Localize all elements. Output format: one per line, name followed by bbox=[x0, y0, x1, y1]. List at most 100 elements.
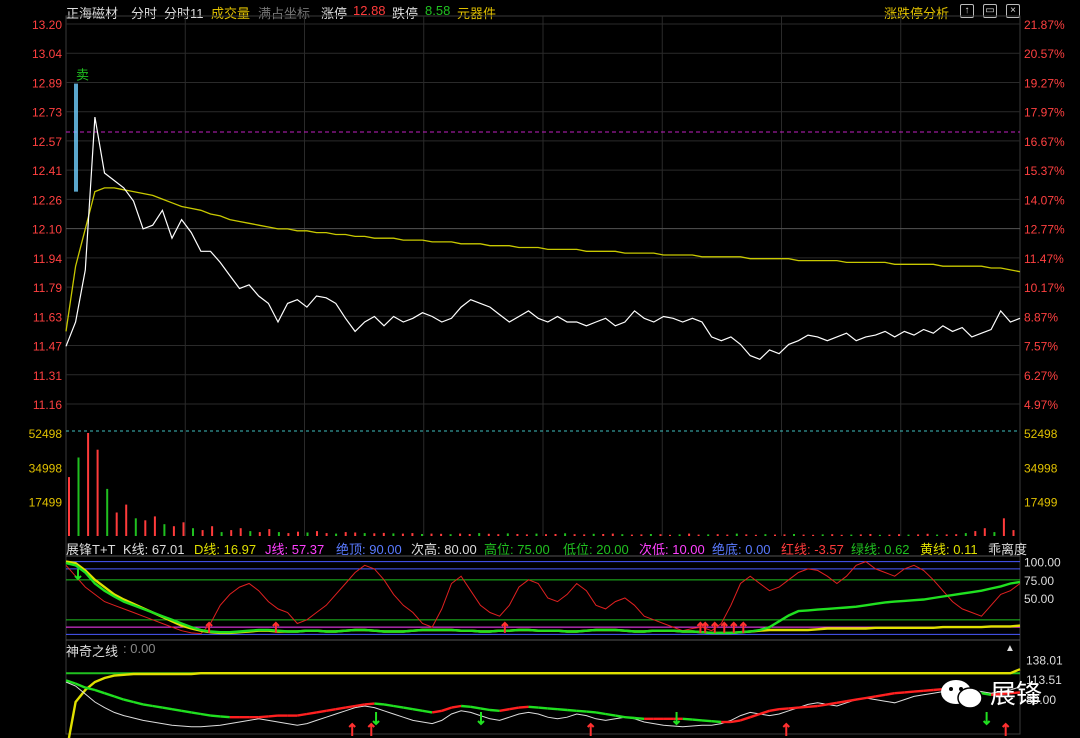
magic-signal-segment bbox=[807, 704, 818, 708]
volume-bar bbox=[182, 522, 185, 536]
magic-signal-segment bbox=[827, 701, 838, 706]
magic-signal-segment bbox=[489, 708, 500, 712]
kdj-header: 展锋T+T K线: 67.01 D线: 16.97 J线: 57.37 绝顶: … bbox=[0, 538, 1080, 558]
magic-signal-segment bbox=[557, 708, 568, 712]
magic-signal-segment bbox=[104, 692, 115, 698]
volume-bar bbox=[697, 534, 700, 536]
volume-bar bbox=[726, 534, 729, 536]
price-tick-label: 12.26 bbox=[32, 193, 62, 207]
magic-signal-segment bbox=[142, 703, 153, 708]
price-tick-label: 12.57 bbox=[32, 135, 62, 149]
kdj-d-value: D线: 16.97 bbox=[194, 542, 257, 557]
volume-bar bbox=[268, 529, 271, 536]
pct-tick-label: 8.87% bbox=[1024, 310, 1058, 324]
kdj-abs-top: 绝顶: 90.00 bbox=[336, 542, 402, 557]
volume-bar bbox=[163, 524, 166, 536]
volume-tick-label-right: 34998 bbox=[1024, 461, 1058, 475]
price-tick-label: 12.89 bbox=[32, 76, 62, 90]
volume-bar bbox=[96, 449, 99, 536]
volume-bar bbox=[754, 534, 757, 536]
magic-signal-segment bbox=[566, 708, 577, 712]
magic-sell-arrow bbox=[477, 712, 485, 726]
magic-signal-segment bbox=[788, 706, 799, 710]
volume-bar bbox=[688, 533, 691, 536]
volume-bar bbox=[602, 534, 605, 536]
magic-signal-segment bbox=[220, 715, 230, 719]
volume-tick-label: 17499 bbox=[29, 496, 63, 510]
volume-bar bbox=[554, 534, 557, 536]
volume-bar bbox=[545, 534, 547, 536]
volume-bar bbox=[621, 534, 624, 536]
kdj-tick-label: 100.00 bbox=[1024, 556, 1061, 570]
magic-signal-segment bbox=[894, 691, 905, 695]
pct-tick-label: 12.77% bbox=[1024, 223, 1065, 237]
magic-signal-segment bbox=[884, 692, 895, 696]
kdj-yellow-line: 黄线: 0.11 bbox=[920, 542, 978, 557]
volume-bar bbox=[716, 534, 719, 536]
magic-signal-segment bbox=[133, 700, 144, 706]
volume-bar bbox=[793, 534, 795, 536]
pct-tick-label: 10.17% bbox=[1024, 281, 1065, 295]
volume-bar bbox=[211, 526, 214, 536]
volume-bar bbox=[306, 532, 309, 536]
volume-bar bbox=[707, 534, 710, 536]
magic-signal-segment bbox=[904, 690, 915, 694]
volume-bar bbox=[316, 531, 318, 536]
axis-labels: 13.20 21.87% 13.04 20.57% 12.89 19.27% 12.73 17… bbox=[29, 18, 1065, 707]
magic-signal-segment bbox=[846, 698, 857, 703]
magic-signal-segment bbox=[383, 703, 394, 708]
magic-signal-segment bbox=[798, 705, 809, 709]
magic-signal-segment bbox=[528, 705, 539, 709]
magic-signal-segment bbox=[403, 706, 414, 711]
volume-bar bbox=[277, 532, 280, 536]
volume-bar bbox=[802, 534, 805, 536]
magic-signal-segment bbox=[836, 700, 847, 704]
volume-bar bbox=[678, 534, 681, 536]
volume-bar bbox=[735, 533, 738, 536]
kdj-j-value: J线: 57.37 bbox=[265, 542, 325, 557]
magic-signal-segment bbox=[701, 719, 712, 723]
volume-bar bbox=[907, 534, 910, 536]
magic-signal-segment bbox=[210, 714, 221, 718]
volume-bar bbox=[936, 534, 939, 536]
volume-bar bbox=[945, 534, 948, 536]
price-tick-label: 11.47 bbox=[33, 340, 62, 354]
volume-bar bbox=[144, 520, 147, 536]
magic-value: : 0.00 bbox=[123, 641, 156, 656]
volume-bar bbox=[115, 512, 118, 536]
magic-signal-segment bbox=[460, 704, 471, 708]
price-tick-label: 11.16 bbox=[33, 398, 62, 412]
magic-signal-segment bbox=[730, 719, 741, 724]
price-tick-label: 13.20 bbox=[32, 18, 62, 32]
volume-bar bbox=[411, 533, 414, 536]
volume-bar bbox=[125, 504, 128, 536]
volume-bar bbox=[535, 533, 538, 536]
kdj-sub-high: 次高: 80.00 bbox=[411, 542, 477, 557]
volume-bar bbox=[497, 534, 500, 536]
volume-bar bbox=[325, 533, 328, 536]
magic-signal-segment bbox=[509, 706, 520, 711]
price-tick-label: 11.63 bbox=[33, 310, 62, 324]
kdj-name[interactable]: 展锋T+T bbox=[66, 539, 115, 558]
magic-signal-segment bbox=[682, 717, 693, 721]
volume-bar bbox=[831, 534, 834, 536]
pct-tick-label: 21.87% bbox=[1024, 18, 1065, 32]
volume-bar bbox=[525, 534, 528, 536]
volume-tick-label-right: 52498 bbox=[1024, 427, 1058, 441]
magic-signal-segment bbox=[740, 716, 751, 722]
kdj-k-value: K线: 67.01 bbox=[123, 542, 185, 557]
volume-bar bbox=[926, 533, 929, 536]
magic-name[interactable]: 神奇之线 bbox=[66, 641, 118, 660]
volume-bar bbox=[106, 488, 109, 536]
volume-bar bbox=[297, 531, 299, 536]
magic-header: 神奇之线 : 0.00 bbox=[0, 640, 300, 660]
volume-bar bbox=[669, 534, 671, 536]
volume-bar bbox=[87, 433, 90, 536]
sell-arrow bbox=[74, 568, 82, 581]
collapse-icon[interactable]: ▲ bbox=[1004, 643, 1016, 655]
volume-tick-label: 34998 bbox=[29, 461, 63, 475]
volume-bar bbox=[230, 530, 233, 536]
magic-signal-segment bbox=[595, 711, 606, 716]
magic-signal-segment bbox=[94, 688, 105, 695]
pct-tick-label: 14.07% bbox=[1024, 193, 1065, 207]
